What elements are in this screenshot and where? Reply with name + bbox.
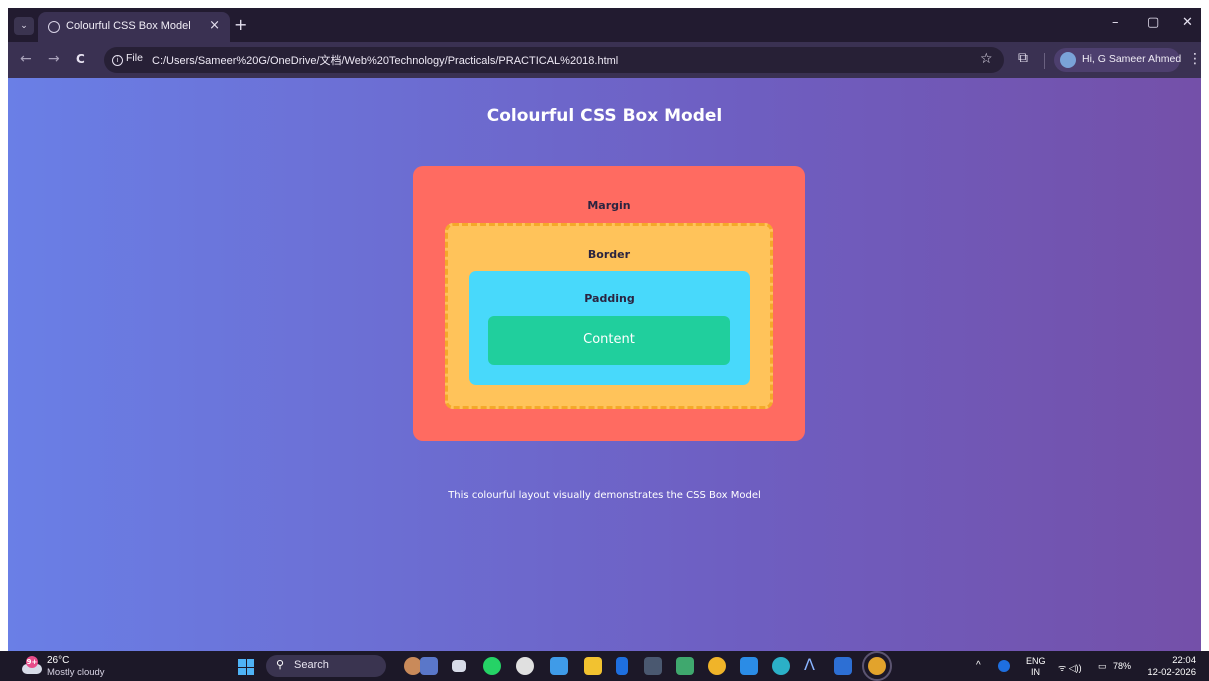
- forward-button[interactable]: →: [48, 51, 60, 67]
- tab-colourful-css-box-model[interactable]: Colourful CSS Box Model ×: [38, 12, 230, 42]
- tray-overflow-chevron-icon[interactable]: ^: [976, 660, 981, 671]
- battery-icon[interactable]: ▭: [1098, 661, 1107, 672]
- taskbar-clock[interactable]: 22:04 12-02-2026: [1146, 655, 1196, 679]
- back-button[interactable]: ←: [20, 51, 32, 67]
- content-label: Content: [583, 332, 635, 347]
- info-icon: i: [112, 55, 123, 66]
- site-info-chip[interactable]: i File: [112, 52, 143, 66]
- photos-icon[interactable]: [676, 657, 694, 675]
- close-tab-icon[interactable]: ×: [209, 18, 220, 33]
- browser-toolbar: ← → C i File C:/Users/Sameer%20G/OneDrive…: [8, 42, 1201, 78]
- language-bottom[interactable]: IN: [1031, 667, 1040, 677]
- content-box: Content: [488, 316, 730, 365]
- whatsapp-icon[interactable]: [483, 657, 501, 675]
- new-tab-button[interactable]: +: [234, 15, 247, 34]
- minimize-button[interactable]: –: [1112, 15, 1119, 30]
- clock-date: 12-02-2026: [1147, 667, 1196, 678]
- profile-name: Hi, G Sameer Ahmed: [1082, 53, 1182, 65]
- windows-start-icon[interactable]: [238, 659, 254, 675]
- margin-box: Margin Border Padding Content: [413, 166, 805, 441]
- taskbar: 9+ 26°C Mostly cloudy ⚲ Search Λ ^ ENG I…: [0, 651, 1209, 681]
- avatar: [1060, 52, 1076, 68]
- word-icon[interactable]: [834, 657, 852, 675]
- toolbar-divider: [1044, 53, 1045, 69]
- address-bar[interactable]: i File C:/Users/Sameer%20G/OneDrive/文档/We…: [104, 47, 1004, 73]
- globe-icon: [48, 21, 60, 33]
- wifi-volume-icon[interactable]: ᯤ ◁)): [1058, 661, 1082, 674]
- copilot-icon[interactable]: [550, 657, 568, 675]
- extensions-icon[interactable]: ⧉: [1018, 50, 1028, 66]
- chatgpt-icon[interactable]: [516, 657, 534, 675]
- widgets-icon[interactable]: [420, 657, 438, 675]
- search-icon: ⚲: [276, 658, 285, 671]
- url-text[interactable]: C:/Users/Sameer%20G/OneDrive/文档/Web%20Te…: [152, 52, 618, 68]
- page-title: Colourful CSS Box Model: [486, 106, 723, 126]
- tab-search-chevron-icon[interactable]: ⌄: [14, 17, 34, 35]
- task-view-icon[interactable]: [452, 660, 466, 672]
- border-box: Border Padding Content: [445, 223, 773, 409]
- tray-bluetooth-icon[interactable]: [998, 660, 1010, 672]
- reload-button[interactable]: C: [76, 52, 85, 66]
- language-top[interactable]: ENG: [1026, 656, 1046, 666]
- weather-description[interactable]: Mostly cloudy: [47, 667, 105, 678]
- weather-temperature[interactable]: 26°C: [47, 655, 69, 666]
- tab-strip: ⌄ Colourful CSS Box Model × + – ▢ ✕: [8, 8, 1201, 42]
- edge-icon[interactable]: [772, 657, 790, 675]
- padding-label: Padding: [584, 292, 635, 305]
- restore-button[interactable]: ▢: [1147, 15, 1159, 30]
- close-window-button[interactable]: ✕: [1182, 15, 1193, 30]
- search-label: Search: [294, 659, 329, 671]
- arc-icon[interactable]: Λ: [804, 655, 822, 674]
- file-explorer-icon[interactable]: [584, 657, 602, 675]
- padding-box: Padding Content: [469, 271, 750, 385]
- weather-badge: 9+: [26, 656, 38, 668]
- chrome-icon[interactable]: [708, 657, 726, 675]
- tab-title: Colourful CSS Box Model: [66, 20, 191, 32]
- file-chip-label: File: [126, 52, 143, 64]
- clock-time: 22:04: [1172, 655, 1196, 666]
- bookmark-star-icon[interactable]: ☆: [980, 51, 993, 67]
- profile-button[interactable]: Hi, G Sameer Ahmed: [1054, 48, 1182, 72]
- weather-widget[interactable]: 9+: [22, 656, 42, 674]
- border-label: Border: [587, 248, 631, 261]
- page-caption: This colourful layout visually demonstra…: [448, 490, 761, 501]
- vscode-icon[interactable]: [740, 657, 758, 675]
- battery-percent[interactable]: 78%: [1113, 661, 1131, 671]
- taskbar-search[interactable]: ⚲ Search: [266, 655, 386, 677]
- browser-window: ⌄ Colourful CSS Box Model × + – ▢ ✕ ← → …: [8, 8, 1201, 651]
- page-viewport: Colourful CSS Box Model Margin Border Pa…: [8, 78, 1201, 651]
- margin-label: Margin: [587, 199, 631, 212]
- bluetooth-icon[interactable]: [616, 657, 628, 675]
- chrome-active-icon[interactable]: [862, 651, 892, 681]
- browser-menu-icon[interactable]: ⋮: [1188, 51, 1201, 67]
- terminal-icon[interactable]: [644, 657, 662, 675]
